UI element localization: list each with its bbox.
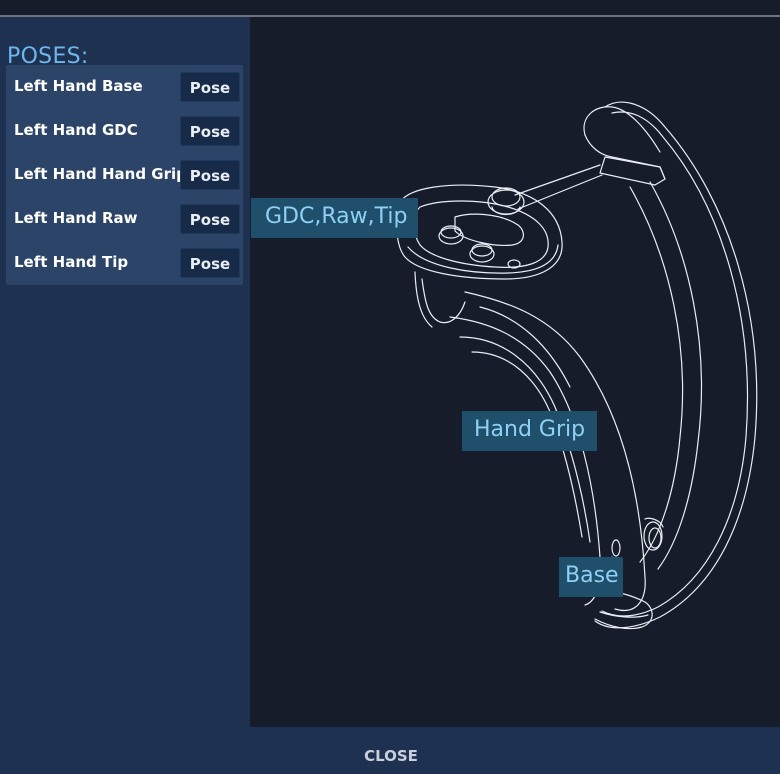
- pose-label: Left Hand GDC: [14, 121, 138, 139]
- pose-button[interactable]: Pose: [180, 204, 240, 234]
- pose-label: Left Hand Tip: [14, 253, 129, 271]
- title-bar: [0, 0, 780, 17]
- callout-hand-grip: Hand Grip: [462, 411, 597, 451]
- pose-button[interactable]: Pose: [180, 160, 240, 190]
- pose-button[interactable]: Pose: [180, 72, 240, 102]
- controller-illustration: [396, 101, 758, 630]
- pose-button[interactable]: Pose: [180, 248, 240, 278]
- pose-label: Left Hand Base: [14, 77, 143, 95]
- pose-row-hand-grip: Left Hand Hand Grip Pose: [6, 153, 243, 197]
- pose-list: Left Hand Base Pose Left Hand GDC Pose L…: [6, 65, 243, 285]
- controller-viewport: GDC,Raw,Tip Hand Grip Base: [250, 17, 780, 727]
- pose-row-raw: Left Hand Raw Pose: [6, 197, 243, 241]
- pose-label: Left Hand Raw: [14, 209, 138, 227]
- pose-row-base: Left Hand Base Pose: [6, 65, 243, 109]
- pose-row-gdc: Left Hand GDC Pose: [6, 109, 243, 153]
- close-button[interactable]: CLOSE: [330, 747, 452, 771]
- callout-base: Base: [559, 557, 623, 597]
- poses-sidebar: POSES: Left Hand Base Pose Left Hand GDC…: [0, 17, 250, 727]
- footer: CLOSE: [0, 727, 780, 774]
- pose-button[interactable]: Pose: [180, 116, 240, 146]
- pose-row-tip: Left Hand Tip Pose: [6, 241, 243, 285]
- callout-gdc-raw-tip: GDC,Raw,Tip: [251, 198, 418, 238]
- pose-label: Left Hand Hand Grip: [14, 165, 187, 183]
